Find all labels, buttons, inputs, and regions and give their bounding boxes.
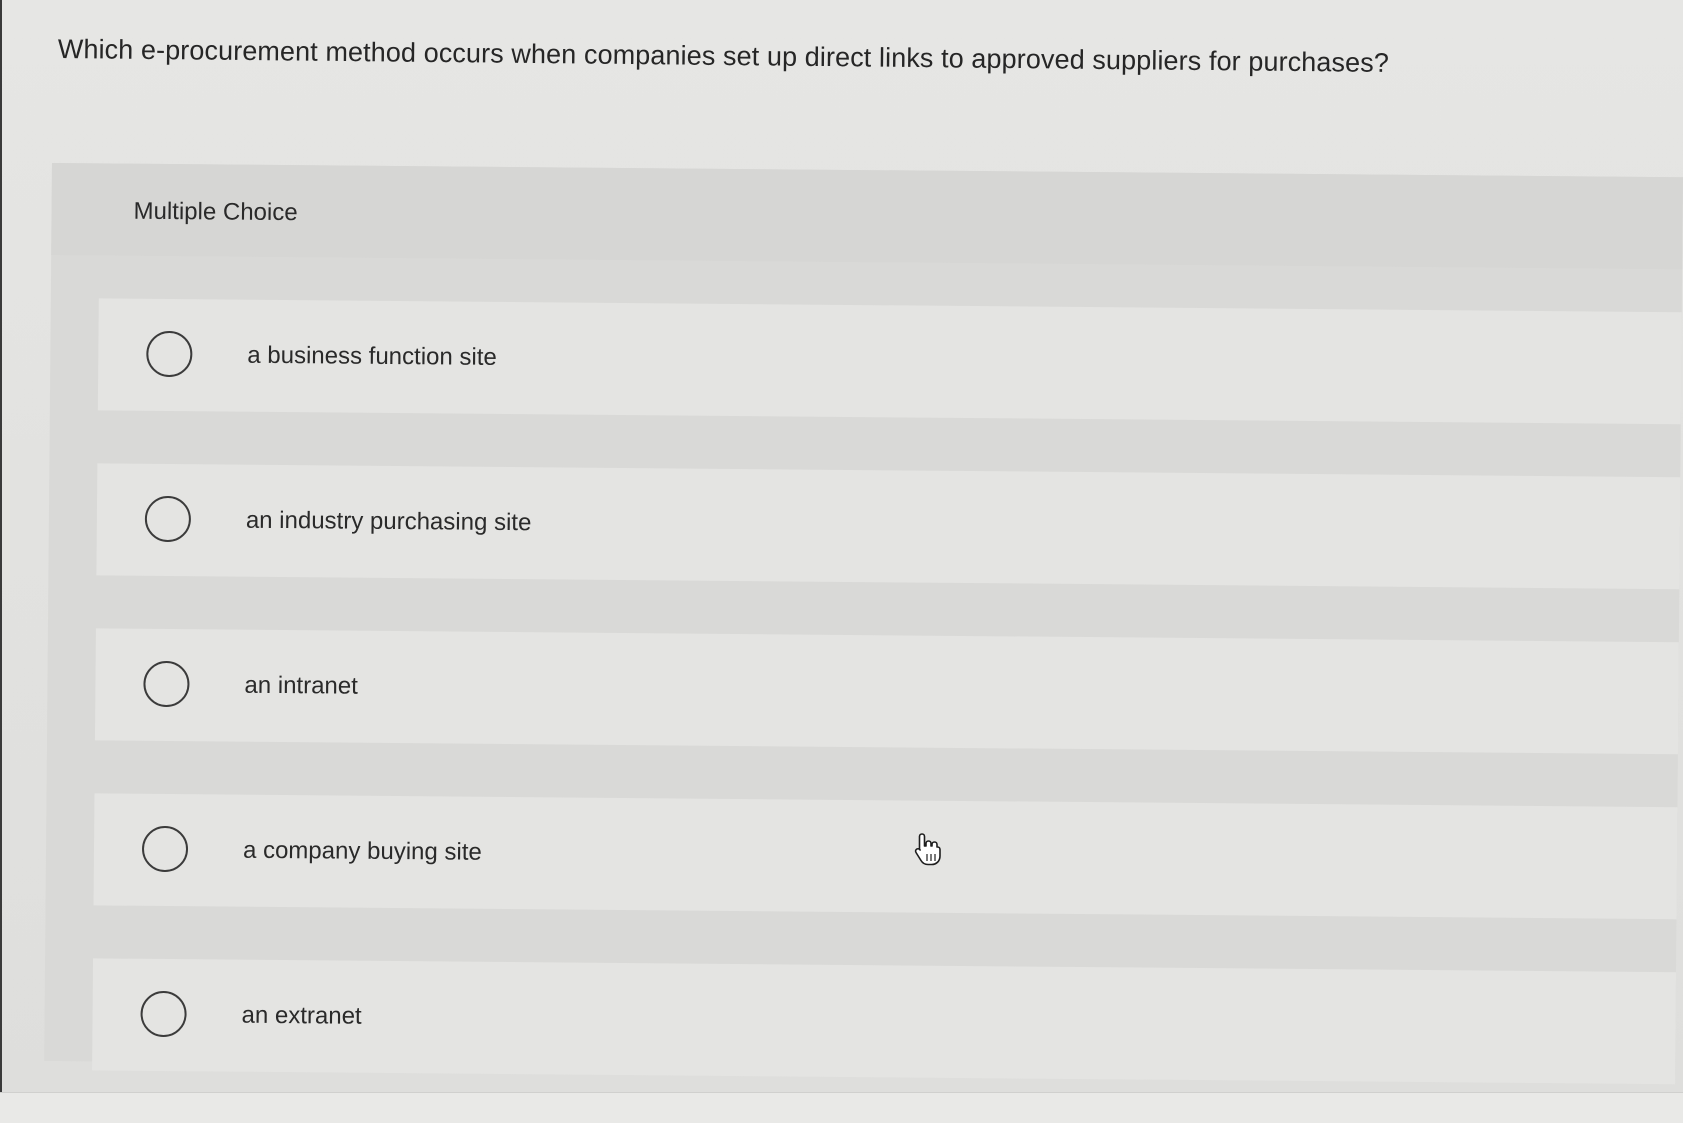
option-a-company-buying-site[interactable]: a company buying site: [93, 793, 1678, 920]
option-label[interactable]: a company buying site: [243, 837, 482, 867]
radio-button[interactable]: [146, 330, 193, 378]
multiple-choice-panel: Multiple Choice a business function site…: [44, 163, 1683, 1085]
option-label[interactable]: an intranet: [244, 672, 358, 701]
multiple-choice-label: Multiple Choice: [133, 197, 298, 227]
radio-button[interactable]: [143, 660, 190, 708]
radio-button[interactable]: [141, 825, 189, 873]
option-a-business-function-site[interactable]: a business function site: [97, 298, 1682, 425]
option-label[interactable]: an extranet: [241, 1002, 361, 1031]
multiple-choice-header: Multiple Choice: [51, 163, 1683, 270]
hand-pointer-icon: [914, 833, 941, 866]
bottom-band: [0, 1092, 1683, 1123]
screen-left-edge: [0, 0, 2, 1122]
option-an-intranet[interactable]: an intranet: [94, 628, 1679, 755]
option-label[interactable]: an industry purchasing site: [246, 507, 532, 537]
option-label[interactable]: a business function site: [247, 342, 497, 372]
question-text: Which e-procurement method occurs when c…: [57, 34, 1390, 78]
option-an-extranet[interactable]: an extranet: [92, 958, 1677, 1085]
radio-button[interactable]: [140, 990, 187, 1038]
radio-button[interactable]: [144, 495, 192, 543]
option-an-industry-purchasing-site[interactable]: an industry purchasing site: [96, 463, 1681, 590]
